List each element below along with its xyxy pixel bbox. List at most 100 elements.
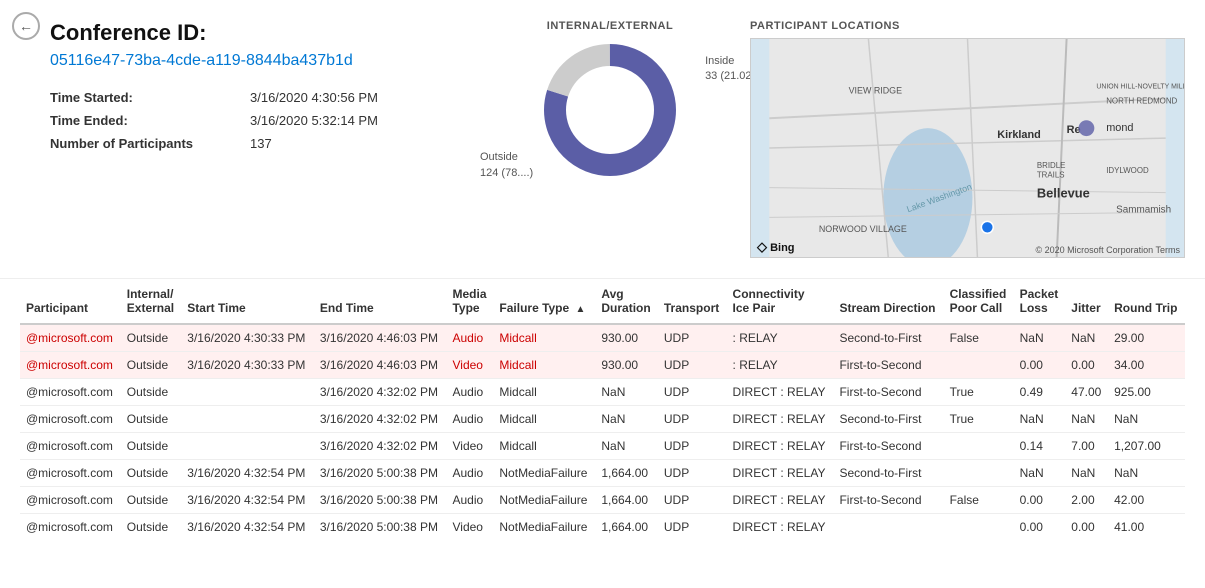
time-ended-row: Time Ended: 3/16/2020 5:32:14 PM bbox=[50, 113, 470, 128]
cell-round-trip: 34.00 bbox=[1108, 352, 1185, 379]
back-button[interactable]: ← bbox=[12, 12, 40, 40]
outside-label: Outside bbox=[480, 151, 518, 163]
table-row[interactable]: @microsoft.comOutside3/16/2020 4:32:02 P… bbox=[20, 433, 1185, 460]
table-row[interactable]: @microsoft.comOutside3/16/2020 4:30:33 P… bbox=[20, 352, 1185, 379]
cell-failure-type: Midcall bbox=[493, 379, 595, 406]
table-scroll-area[interactable]: Participant Internal/External Start Time… bbox=[20, 279, 1185, 539]
col-failure-type[interactable]: Failure Type ▲ bbox=[493, 279, 595, 324]
cell-connectivity-ice-pair: DIRECT : RELAY bbox=[727, 433, 834, 460]
map-svg: Kirkland Re mond Bellevue Sammamish VIEW… bbox=[751, 39, 1184, 257]
cell-stream-direction: Second-to-First bbox=[833, 460, 943, 487]
col-packet-loss[interactable]: PacketLoss bbox=[1014, 279, 1066, 324]
cell-failure-type: Midcall bbox=[493, 352, 595, 379]
cell-classified-poor-call bbox=[944, 352, 1014, 379]
col-round-trip[interactable]: Round Trip bbox=[1108, 279, 1185, 324]
cell-packet-loss: 0.49 bbox=[1014, 379, 1066, 406]
cell-transport: UDP bbox=[658, 406, 727, 433]
table-section: Participant Internal/External Start Time… bbox=[0, 278, 1205, 559]
cell-packet-loss: 0.00 bbox=[1014, 514, 1066, 540]
cell-failure-type: Midcall bbox=[493, 406, 595, 433]
cell-start-time: 3/16/2020 4:32:54 PM bbox=[181, 514, 314, 540]
cell-participant: @microsoft.com bbox=[20, 460, 121, 487]
cell-end-time: 3/16/2020 4:46:03 PM bbox=[314, 324, 447, 352]
time-started-row: Time Started: 3/16/2020 4:30:56 PM bbox=[50, 90, 470, 105]
table-header-row: Participant Internal/External Start Time… bbox=[20, 279, 1185, 324]
participants-label: Number of Participants bbox=[50, 136, 250, 151]
cell-classified-poor-call bbox=[944, 433, 1014, 460]
cell-avg-duration: NaN bbox=[595, 379, 658, 406]
participants-row: Number of Participants 137 bbox=[50, 136, 470, 151]
cell-internal-external: Outside bbox=[121, 514, 182, 540]
cell-stream-direction bbox=[833, 514, 943, 540]
table-row[interactable]: @microsoft.comOutside3/16/2020 4:32:54 P… bbox=[20, 514, 1185, 540]
cell-avg-duration: 930.00 bbox=[595, 324, 658, 352]
col-participant[interactable]: Participant bbox=[20, 279, 121, 324]
col-classified-poor-call[interactable]: ClassifiedPoor Call bbox=[944, 279, 1014, 324]
svg-text:IDYLWOOD: IDYLWOOD bbox=[1106, 166, 1149, 175]
cell-avg-duration: 1,664.00 bbox=[595, 460, 658, 487]
col-internal-external[interactable]: Internal/External bbox=[121, 279, 182, 324]
svg-text:TRAILS: TRAILS bbox=[1037, 171, 1065, 180]
cell-failure-type: Midcall bbox=[493, 433, 595, 460]
time-started-value: 3/16/2020 4:30:56 PM bbox=[250, 90, 378, 105]
col-end-time[interactable]: End Time bbox=[314, 279, 447, 324]
col-connectivity-ice-pair[interactable]: ConnectivityIce Pair bbox=[727, 279, 834, 324]
svg-text:Re: Re bbox=[1067, 124, 1081, 136]
cell-participant: @microsoft.com bbox=[20, 352, 121, 379]
cell-participant: @microsoft.com bbox=[20, 433, 121, 460]
conference-id-value[interactable]: 05116e47-73ba-4cde-a119-8844ba437b1d bbox=[50, 52, 470, 70]
conference-info: Conference ID: 05116e47-73ba-4cde-a119-8… bbox=[50, 20, 470, 258]
cell-round-trip: 925.00 bbox=[1108, 379, 1185, 406]
cell-participant: @microsoft.com bbox=[20, 379, 121, 406]
cell-media-type: Audio bbox=[446, 406, 493, 433]
cell-classified-poor-call: False bbox=[944, 324, 1014, 352]
table-row[interactable]: @microsoft.comOutside3/16/2020 4:32:54 P… bbox=[20, 487, 1185, 514]
cell-transport: UDP bbox=[658, 460, 727, 487]
cell-internal-external: Outside bbox=[121, 324, 182, 352]
svg-text:Sammamish: Sammamish bbox=[1116, 204, 1171, 215]
time-ended-label: Time Ended: bbox=[50, 113, 250, 128]
cell-start-time: 3/16/2020 4:32:54 PM bbox=[181, 487, 314, 514]
data-table: Participant Internal/External Start Time… bbox=[20, 279, 1185, 539]
cell-stream-direction: Second-to-First bbox=[833, 406, 943, 433]
cell-internal-external: Outside bbox=[121, 352, 182, 379]
cell-start-time: 3/16/2020 4:30:33 PM bbox=[181, 352, 314, 379]
svg-text:UNION HILL-NOVELTY MILL: UNION HILL-NOVELTY MILL bbox=[1096, 84, 1184, 91]
cell-stream-direction: Second-to-First bbox=[833, 324, 943, 352]
cell-end-time: 3/16/2020 5:00:38 PM bbox=[314, 487, 447, 514]
map-section: PARTICIPANT LOCATIONS Kirkland bbox=[750, 20, 1185, 258]
col-avg-duration[interactable]: AvgDuration bbox=[595, 279, 658, 324]
col-transport[interactable]: Transport bbox=[658, 279, 727, 324]
cell-connectivity-ice-pair: : RELAY bbox=[727, 352, 834, 379]
col-jitter[interactable]: Jitter bbox=[1065, 279, 1108, 324]
col-start-time[interactable]: Start Time bbox=[181, 279, 314, 324]
cell-round-trip: 42.00 bbox=[1108, 487, 1185, 514]
svg-text:NORTH REDMOND: NORTH REDMOND bbox=[1106, 96, 1177, 105]
col-stream-direction[interactable]: Stream Direction bbox=[833, 279, 943, 324]
svg-text:mond: mond bbox=[1106, 122, 1133, 134]
cell-jitter: 7.00 bbox=[1065, 433, 1108, 460]
table-row[interactable]: @microsoft.comOutside3/16/2020 4:30:33 P… bbox=[20, 324, 1185, 352]
cell-media-type: Audio bbox=[446, 324, 493, 352]
cell-end-time: 3/16/2020 4:46:03 PM bbox=[314, 352, 447, 379]
cell-media-type: Audio bbox=[446, 379, 493, 406]
cell-avg-duration: NaN bbox=[595, 433, 658, 460]
back-icon: ← bbox=[19, 18, 33, 34]
cell-start-time: 3/16/2020 4:30:33 PM bbox=[181, 324, 314, 352]
cell-participant: @microsoft.com bbox=[20, 324, 121, 352]
table-row[interactable]: @microsoft.comOutside3/16/2020 4:32:02 P… bbox=[20, 379, 1185, 406]
cell-media-type: Audio bbox=[446, 487, 493, 514]
map-container[interactable]: Kirkland Re mond Bellevue Sammamish VIEW… bbox=[750, 38, 1185, 258]
col-media-type[interactable]: MediaType bbox=[446, 279, 493, 324]
cell-packet-loss: 0.14 bbox=[1014, 433, 1066, 460]
cell-jitter: 0.00 bbox=[1065, 352, 1108, 379]
cell-end-time: 3/16/2020 5:00:38 PM bbox=[314, 514, 447, 540]
cell-stream-direction: First-to-Second bbox=[833, 352, 943, 379]
cell-avg-duration: 1,664.00 bbox=[595, 487, 658, 514]
cell-jitter: 0.00 bbox=[1065, 514, 1108, 540]
cell-start-time: 3/16/2020 4:32:54 PM bbox=[181, 460, 314, 487]
table-body: @microsoft.comOutside3/16/2020 4:30:33 P… bbox=[20, 324, 1185, 539]
cell-jitter: 47.00 bbox=[1065, 379, 1108, 406]
table-row[interactable]: @microsoft.comOutside3/16/2020 4:32:02 P… bbox=[20, 406, 1185, 433]
table-row[interactable]: @microsoft.comOutside3/16/2020 4:32:54 P… bbox=[20, 460, 1185, 487]
